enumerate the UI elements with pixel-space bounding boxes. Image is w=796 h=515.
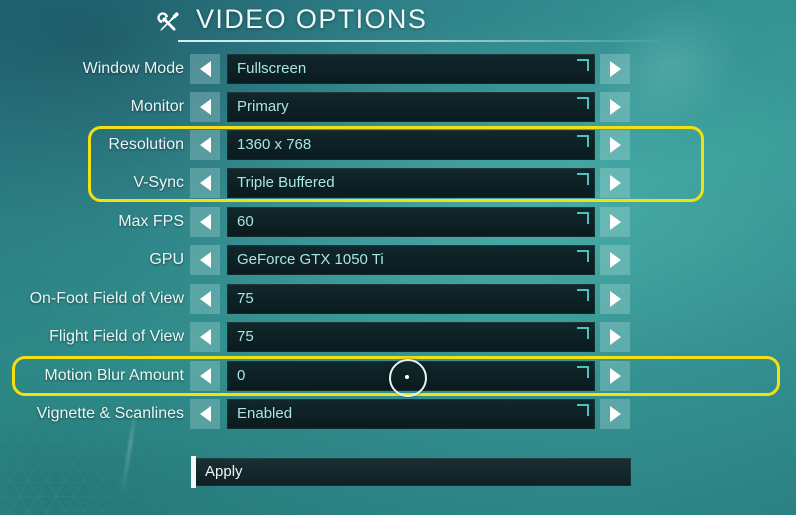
option-value-motion-blur-amount: 0 <box>237 367 246 384</box>
title-underline <box>178 40 660 42</box>
right-arrow-icon <box>609 137 621 153</box>
cursor-dot <box>405 375 409 379</box>
option-value-box-vignette-scanlines[interactable]: Enabled <box>227 399 595 429</box>
corner-bracket-icon <box>577 366 589 378</box>
right-arrow-icon <box>609 175 621 191</box>
left-arrow-icon <box>199 61 211 77</box>
option-value-box-v-sync[interactable]: Triple Buffered <box>227 168 595 198</box>
decrement-button-on-foot-field-of-view[interactable] <box>190 284 220 314</box>
corner-bracket-icon <box>577 173 589 185</box>
corner-bracket-icon <box>577 212 589 224</box>
corner-bracket-icon <box>577 327 589 339</box>
increment-button-on-foot-field-of-view[interactable] <box>600 284 630 314</box>
left-arrow-icon <box>199 406 211 422</box>
left-arrow-icon <box>199 214 211 230</box>
option-value-gpu: GeForce GTX 1050 Ti <box>237 251 384 268</box>
option-value-monitor: Primary <box>237 98 289 115</box>
increment-button-gpu[interactable] <box>600 245 630 275</box>
option-row-gpu[interactable]: GPU GeForce GTX 1050 Ti <box>0 245 796 275</box>
wrench-screwdriver-icon <box>148 7 188 39</box>
option-label-monitor: Monitor <box>130 98 184 115</box>
right-arrow-icon <box>609 99 621 115</box>
option-label-resolution: Resolution <box>108 136 184 153</box>
option-value-on-foot-field-of-view: 75 <box>237 290 254 307</box>
option-value-flight-field-of-view: 75 <box>237 328 254 345</box>
corner-bracket-icon <box>577 250 589 262</box>
increment-button-monitor[interactable] <box>600 92 630 122</box>
option-row-window-mode[interactable]: Window Mode Fullscreen <box>0 54 796 84</box>
circle-cursor-icon <box>389 359 427 397</box>
video-options-screen: VIDEO OPTIONS Window Mode Fullscreen Monit… <box>0 0 796 515</box>
option-value-box-flight-field-of-view[interactable]: 75 <box>227 322 595 352</box>
option-label-v-sync: V-Sync <box>133 174 184 191</box>
corner-bracket-icon <box>577 135 589 147</box>
increment-button-window-mode[interactable] <box>600 54 630 84</box>
option-value-vignette-scanlines: Enabled <box>237 405 293 422</box>
option-label-max-fps: Max FPS <box>118 213 184 230</box>
page-title: VIDEO OPTIONS <box>196 4 428 34</box>
right-arrow-icon <box>609 252 621 268</box>
left-arrow-icon <box>199 99 211 115</box>
option-value-window-mode: Fullscreen <box>237 60 307 77</box>
corner-bracket-icon <box>577 404 589 416</box>
right-arrow-icon <box>609 329 621 345</box>
option-label-vignette-scanlines: Vignette & Scanlines <box>36 405 184 422</box>
page-header: VIDEO OPTIONS <box>0 0 796 48</box>
left-arrow-icon <box>199 329 211 345</box>
option-label-flight-field-of-view: Flight Field of View <box>49 328 184 345</box>
decrement-button-v-sync[interactable] <box>190 168 220 198</box>
decrement-button-resolution[interactable] <box>190 130 220 160</box>
apply-selection-indicator <box>191 456 196 488</box>
option-value-max-fps: 60 <box>237 213 254 230</box>
option-value-box-window-mode[interactable]: Fullscreen <box>227 54 595 84</box>
option-value-resolution: 1360 x 768 <box>237 136 312 153</box>
option-value-v-sync: Triple Buffered <box>237 174 335 191</box>
right-arrow-icon <box>609 61 621 77</box>
option-row-flight-field-of-view[interactable]: Flight Field of View 75 <box>0 322 796 352</box>
decrement-button-monitor[interactable] <box>190 92 220 122</box>
corner-bracket-icon <box>577 97 589 109</box>
apply-button[interactable]: Apply <box>191 458 631 486</box>
option-value-box-gpu[interactable]: GeForce GTX 1050 Ti <box>227 245 595 275</box>
corner-bracket-icon <box>577 59 589 71</box>
left-arrow-icon <box>199 252 211 268</box>
decrement-button-max-fps[interactable] <box>190 207 220 237</box>
decrement-button-window-mode[interactable] <box>190 54 220 84</box>
left-arrow-icon <box>199 368 211 384</box>
increment-button-motion-blur-amount[interactable] <box>600 361 630 391</box>
option-row-max-fps[interactable]: Max FPS 60 <box>0 207 796 237</box>
option-label-gpu: GPU <box>149 251 184 268</box>
right-arrow-icon <box>609 214 621 230</box>
option-row-resolution[interactable]: Resolution 1360 x 768 <box>0 130 796 160</box>
increment-button-flight-field-of-view[interactable] <box>600 322 630 352</box>
decrement-button-gpu[interactable] <box>190 245 220 275</box>
option-label-motion-blur-amount: Motion Blur Amount <box>44 367 184 384</box>
decrement-button-vignette-scanlines[interactable] <box>190 399 220 429</box>
option-row-vignette-scanlines[interactable]: Vignette & Scanlines Enabled <box>0 399 796 429</box>
right-arrow-icon <box>609 291 621 307</box>
decrement-button-flight-field-of-view[interactable] <box>190 322 220 352</box>
corner-bracket-icon <box>577 289 589 301</box>
left-arrow-icon <box>199 175 211 191</box>
option-value-box-monitor[interactable]: Primary <box>227 92 595 122</box>
left-arrow-icon <box>199 137 211 153</box>
option-row-on-foot-field-of-view[interactable]: On-Foot Field of View 75 <box>0 284 796 314</box>
option-label-on-foot-field-of-view: On-Foot Field of View <box>29 290 184 307</box>
decrement-button-motion-blur-amount[interactable] <box>190 361 220 391</box>
option-row-monitor[interactable]: Monitor Primary <box>0 92 796 122</box>
option-value-box-max-fps[interactable]: 60 <box>227 207 595 237</box>
increment-button-resolution[interactable] <box>600 130 630 160</box>
option-row-v-sync[interactable]: V-Sync Triple Buffered <box>0 168 796 198</box>
increment-button-max-fps[interactable] <box>600 207 630 237</box>
option-label-window-mode: Window Mode <box>82 60 184 77</box>
right-arrow-icon <box>609 368 621 384</box>
option-value-box-resolution[interactable]: 1360 x 768 <box>227 130 595 160</box>
apply-button-label: Apply <box>205 463 243 480</box>
option-value-box-on-foot-field-of-view[interactable]: 75 <box>227 284 595 314</box>
right-arrow-icon <box>609 406 621 422</box>
increment-button-v-sync[interactable] <box>600 168 630 198</box>
increment-button-vignette-scanlines[interactable] <box>600 399 630 429</box>
left-arrow-icon <box>199 291 211 307</box>
